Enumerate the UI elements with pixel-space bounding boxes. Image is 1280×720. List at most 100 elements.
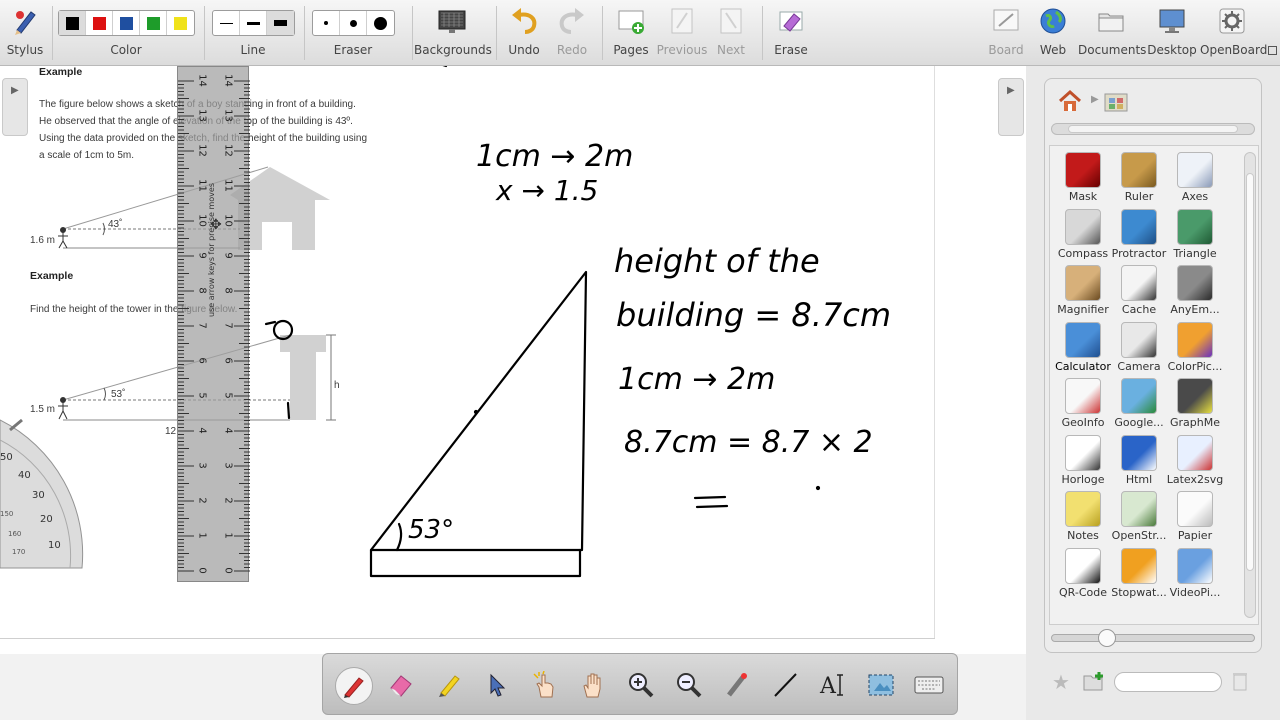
vertical-scrollbar-thumb[interactable] xyxy=(1246,173,1254,571)
color-red-swatch[interactable] xyxy=(86,11,113,35)
text-tool-button[interactable]: A xyxy=(815,667,851,703)
equals-drawing xyxy=(693,495,729,509)
library-tool-notes[interactable]: Notes xyxy=(1054,491,1112,542)
desktop-button[interactable]: Desktop xyxy=(1146,0,1198,66)
zoom-out-button[interactable] xyxy=(671,667,707,703)
library-tool-compass[interactable]: Compass xyxy=(1054,208,1112,260)
library-tool-videopi[interactable]: VideoPi... xyxy=(1166,547,1224,599)
pen-tool-button[interactable] xyxy=(335,667,373,705)
scrollbar-thumb[interactable] xyxy=(1068,125,1238,133)
tool-label: Latex2svg xyxy=(1166,472,1224,486)
virtual-keyboard-button[interactable] xyxy=(911,667,947,703)
eraser-icon xyxy=(390,675,412,697)
capture-tool-button[interactable] xyxy=(863,667,899,703)
library-tool-stopwat[interactable]: Stopwat... xyxy=(1110,547,1168,599)
line-thick-option[interactable] xyxy=(267,11,294,35)
slider-handle[interactable] xyxy=(1098,629,1116,647)
eraser-medium-option[interactable] xyxy=(340,11,367,35)
trash-icon[interactable] xyxy=(1232,670,1248,692)
tools-folder-icon[interactable] xyxy=(1103,89,1129,113)
library-tool-openstr[interactable]: OpenStr... xyxy=(1110,491,1168,542)
line-tool-button[interactable] xyxy=(767,667,803,703)
laser-pointer-button[interactable] xyxy=(719,667,755,703)
library-tool-colorpic[interactable]: ColorPic... xyxy=(1166,321,1224,373)
library-tool-google[interactable]: Google... xyxy=(1110,378,1168,429)
color-green-swatch[interactable] xyxy=(140,11,167,35)
web-button[interactable]: Web xyxy=(1030,0,1076,66)
eraser-tool-button[interactable] xyxy=(383,667,419,703)
library-tool-cache[interactable]: Cache xyxy=(1110,265,1168,316)
library-tool-ruler[interactable]: Ruler xyxy=(1110,152,1168,203)
next-button[interactable]: Next xyxy=(708,0,754,66)
zoom-in-button[interactable] xyxy=(623,667,659,703)
next-page-icon xyxy=(720,8,742,34)
color-blue-swatch[interactable] xyxy=(113,11,140,35)
line-medium-option[interactable] xyxy=(240,11,267,35)
home-icon[interactable] xyxy=(1057,89,1083,113)
library-search-input[interactable] xyxy=(1114,672,1222,692)
tool-thumbnail-icon xyxy=(1177,265,1213,301)
right-panel-toggle[interactable]: ▶ xyxy=(998,78,1024,136)
hand-icon xyxy=(583,673,601,698)
undo-button[interactable]: Undo xyxy=(500,0,548,66)
tools-grid: Mask Ruler Axes Compass Protractor Triangle Ma… xyxy=(1049,145,1259,625)
line-thin-option[interactable] xyxy=(213,11,240,35)
highlighter-tool-button[interactable] xyxy=(431,667,467,703)
scale-line-1: 1cm → 2m xyxy=(476,139,633,174)
tool-label: Axes xyxy=(1181,190,1209,203)
next-label: Next xyxy=(717,43,745,57)
color-yellow-swatch[interactable] xyxy=(167,11,194,35)
library-tool-protractor[interactable]: Protractor xyxy=(1110,208,1168,260)
line-group: Line xyxy=(210,0,296,66)
interact-tool-button[interactable] xyxy=(527,667,563,703)
hand-tool-button[interactable] xyxy=(575,667,611,703)
backgrounds-label: Backgrounds xyxy=(414,43,492,57)
eraser-large-option[interactable] xyxy=(367,11,394,35)
new-folder-icon[interactable] xyxy=(1082,670,1106,692)
library-tool-graphme[interactable]: GraphMe xyxy=(1166,378,1224,429)
tool-thumbnail-icon xyxy=(1121,491,1157,527)
erase-button[interactable]: Erase xyxy=(766,0,816,66)
redo-button[interactable]: Redo xyxy=(548,0,596,66)
backgrounds-icon xyxy=(438,10,466,33)
previous-button[interactable]: Previous xyxy=(656,0,708,66)
library-tool-html[interactable]: Html xyxy=(1110,434,1168,486)
library-tool-mask[interactable]: Mask xyxy=(1054,152,1112,203)
pages-button[interactable]: Pages xyxy=(606,0,656,66)
library-tool-camera[interactable]: Camera xyxy=(1110,321,1168,373)
note-line-4: 8.7cm = 8.7 × 2 xyxy=(624,425,873,460)
tool-thumbnail-icon xyxy=(1065,434,1101,471)
library-tool-triangle[interactable]: Triangle xyxy=(1166,208,1224,260)
favorite-star-icon[interactable]: ★ xyxy=(1052,670,1070,694)
tool-label: Google... xyxy=(1114,416,1164,429)
library-tool-anyem[interactable]: AnyEm... xyxy=(1166,265,1224,316)
stylus-tool[interactable]: Stylus xyxy=(4,0,46,66)
handwriting-layer[interactable]: 1cm → 2m x → 1.5 53° height of the build… xyxy=(0,66,934,638)
backgrounds-button[interactable]: Backgrounds xyxy=(414,0,492,66)
library-tool-axes[interactable]: Axes xyxy=(1166,152,1224,203)
library-tool-latex2svg[interactable]: Latex2svg xyxy=(1166,434,1224,486)
library-tool-magnifier[interactable]: Magnifier xyxy=(1054,265,1112,316)
horizontal-scrollbar[interactable] xyxy=(1051,123,1255,135)
documents-button[interactable]: Documents xyxy=(1078,0,1146,66)
selector-tool-button[interactable] xyxy=(479,667,515,703)
eraser-group: Eraser xyxy=(310,0,396,66)
line-width-options xyxy=(212,10,295,36)
maximize-icon[interactable] xyxy=(1268,46,1277,55)
tool-thumbnail-icon xyxy=(1177,491,1213,527)
library-tool-calculator[interactable]: Calculator xyxy=(1054,321,1112,373)
library-tool-qr-code[interactable]: QR-Code xyxy=(1054,547,1112,599)
library-tool-papier[interactable]: Papier xyxy=(1166,491,1224,542)
eraser-small-option[interactable] xyxy=(313,11,340,35)
color-black-swatch[interactable] xyxy=(59,11,86,35)
board-button[interactable]: Board xyxy=(982,0,1030,66)
tool-label: GraphMe xyxy=(1170,416,1220,429)
tool-label: Stopwat... xyxy=(1111,585,1167,599)
vertical-scrollbar[interactable] xyxy=(1244,152,1256,618)
library-tool-geoinfo[interactable]: GeoInfo xyxy=(1054,378,1112,429)
thumbnail-size-slider[interactable] xyxy=(1051,629,1255,647)
library-tool-horloge[interactable]: Horloge xyxy=(1054,434,1112,486)
note-line-3: 1cm → 2m xyxy=(618,362,775,397)
undo-label: Undo xyxy=(508,43,540,57)
openboard-menu-button[interactable]: OpenBoard xyxy=(1200,0,1267,66)
